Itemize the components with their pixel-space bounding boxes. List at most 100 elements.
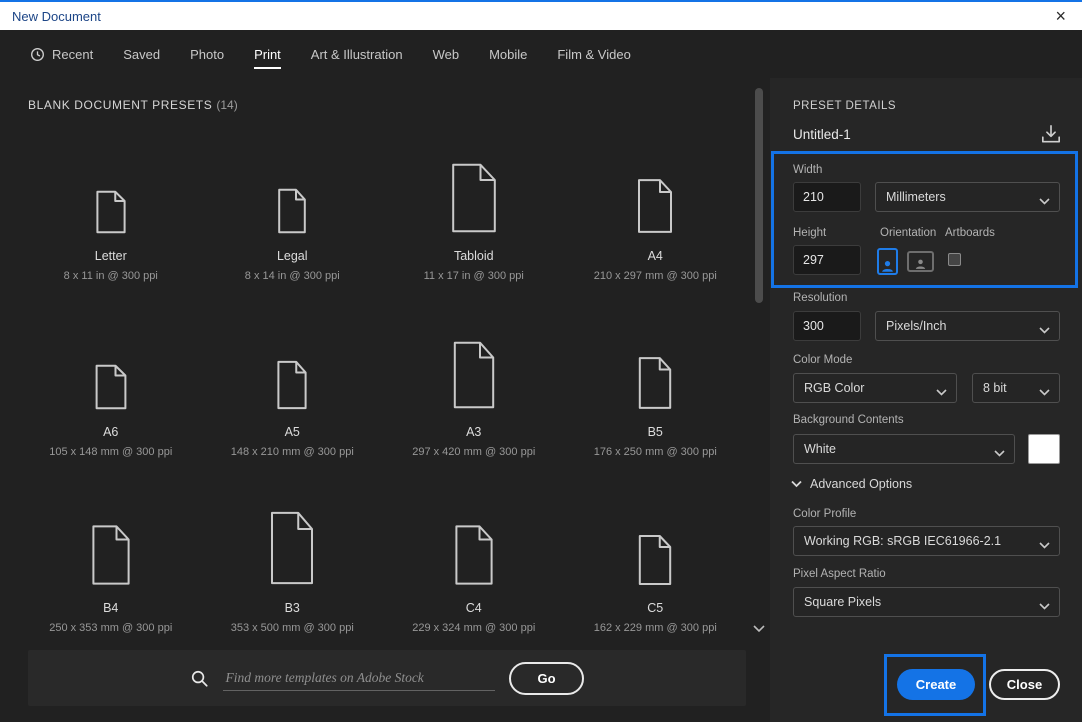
document-page-icon <box>452 474 496 601</box>
preset-a4[interactable]: A4 210 x 297 mm @ 300 ppi <box>565 122 747 298</box>
background-contents-select[interactable]: White <box>793 434 1015 464</box>
chevron-down-icon <box>1039 599 1050 613</box>
preset-legal[interactable]: Legal8 x 14 in @ 300 ppi <box>202 122 384 298</box>
preset-name: A5 <box>285 425 300 439</box>
preset-name: C4 <box>466 601 482 615</box>
pixel-aspect-ratio-label: Pixel Aspect Ratio <box>793 568 886 580</box>
document-page-icon <box>636 474 674 601</box>
preset-dimensions: 11 x 17 in @ 300 ppi <box>424 270 524 282</box>
preset-a6[interactable]: A6105 x 148 mm @ 300 ppi <box>20 298 202 474</box>
tab-label: Film & Video <box>557 47 630 62</box>
preset-dimensions: 8 x 11 in @ 300 ppi <box>64 270 158 282</box>
width-unit-select[interactable]: Millimeters <box>875 182 1060 212</box>
chevron-down-icon <box>1039 538 1050 552</box>
preset-b5[interactable]: B5176 x 250 mm @ 300 ppi <box>565 298 747 474</box>
background-color-swatch[interactable] <box>1028 434 1060 464</box>
create-button[interactable]: Create <box>897 669 975 700</box>
document-page-icon <box>89 474 133 601</box>
orientation-label: Orientation <box>880 227 936 239</box>
color-profile-select[interactable]: Working RGB: sRGB IEC61966-2.1 <box>793 526 1060 556</box>
tab-mobile[interactable]: Mobile <box>489 30 527 78</box>
title-bar: New Document × <box>0 0 1082 30</box>
preset-dimensions: 229 x 324 mm @ 300 ppi <box>412 622 535 634</box>
color-mode-label: Color Mode <box>793 354 852 366</box>
document-page-icon <box>636 298 674 425</box>
presets-count: (14) <box>216 98 237 112</box>
document-name[interactable]: Untitled-1 <box>793 127 851 142</box>
document-page-icon <box>450 298 498 425</box>
tab-art-illustration[interactable]: Art & Illustration <box>311 30 403 78</box>
orientation-landscape-icon[interactable] <box>907 251 934 272</box>
height-input[interactable] <box>793 245 861 275</box>
tab-label: Saved <box>123 47 160 62</box>
document-page-icon <box>448 122 500 249</box>
clock-icon <box>30 47 45 62</box>
preset-a5[interactable]: A5 148 x 210 mm @ 300 ppi <box>202 298 384 474</box>
preset-name: B4 <box>103 601 118 615</box>
presets-area: BLANK DOCUMENT PRESETS (14) Letter8 x 11 … <box>0 78 770 722</box>
window-close-button[interactable]: × <box>1051 7 1070 25</box>
tab-film-video[interactable]: Film & Video <box>557 30 630 78</box>
presets-heading-text: BLANK DOCUMENT PRESETS <box>28 98 212 112</box>
preset-dimensions: 105 x 148 mm @ 300 ppi <box>49 446 172 458</box>
preset-name: Tabloid <box>454 249 494 263</box>
color-mode-select[interactable]: RGB Color <box>793 373 957 403</box>
preset-c5[interactable]: C5162 x 229 mm @ 300 ppi <box>565 474 747 650</box>
tab-label: Art & Illustration <box>311 47 403 62</box>
tab-label: Recent <box>52 47 93 62</box>
preset-dimensions: 297 x 420 mm @ 300 ppi <box>412 446 535 458</box>
preset-a3[interactable]: A3 297 x 420 mm @ 300 ppi <box>383 298 565 474</box>
background-contents-value: White <box>804 442 836 456</box>
preset-b4[interactable]: B4250 x 353 mm @ 300 ppi <box>20 474 202 650</box>
scroll-down-chevron-icon[interactable] <box>752 620 766 638</box>
advanced-options-label: Advanced Options <box>810 477 912 491</box>
color-profile-label: Color Profile <box>793 508 856 520</box>
scrollbar-thumb[interactable] <box>755 88 763 303</box>
tab-web[interactable]: Web <box>433 30 460 78</box>
template-search-input[interactable] <box>223 666 495 691</box>
presets-heading: BLANK DOCUMENT PRESETS (14) <box>28 98 238 112</box>
preset-dimensions: 210 x 297 mm @ 300 ppi <box>594 270 717 282</box>
orientation-portrait-icon[interactable] <box>877 248 898 275</box>
resolution-unit-select[interactable]: Pixels/Inch <box>875 311 1060 341</box>
document-page-icon <box>94 122 128 249</box>
resolution-unit-value: Pixels/Inch <box>886 319 946 333</box>
tab-bar: Recent Saved Photo Print Art & Illustration W… <box>0 30 1082 78</box>
background-contents-label: Background Contents <box>793 414 904 426</box>
preset-grid: Letter8 x 11 in @ 300 ppiLegal8 x 14 in … <box>20 122 746 650</box>
orientation-buttons <box>877 246 934 276</box>
preset-name: A3 <box>466 425 481 439</box>
artboards-checkbox[interactable] <box>948 253 961 266</box>
template-search-bar: Go <box>28 650 746 706</box>
preset-details-heading: PRESET DETAILS <box>793 100 896 112</box>
search-icon <box>190 669 209 688</box>
tab-recent[interactable]: Recent <box>30 30 93 78</box>
tab-label: Mobile <box>489 47 527 62</box>
preset-name: B5 <box>648 425 663 439</box>
tab-photo[interactable]: Photo <box>190 30 224 78</box>
preset-c4[interactable]: C4 229 x 324 mm @ 300 ppi <box>383 474 565 650</box>
pixel-aspect-ratio-select[interactable]: Square Pixels <box>793 587 1060 617</box>
close-button[interactable]: Close <box>989 669 1060 700</box>
tab-saved[interactable]: Saved <box>123 30 160 78</box>
resolution-input[interactable] <box>793 311 861 341</box>
preset-name: C5 <box>647 601 663 615</box>
color-mode-value: RGB Color <box>804 381 864 395</box>
tab-print[interactable]: Print <box>254 30 281 78</box>
save-preset-icon[interactable] <box>1040 124 1062 144</box>
preset-name: A4 <box>648 249 663 263</box>
bit-depth-select[interactable]: 8 bit <box>972 373 1060 403</box>
chevron-down-icon <box>791 480 802 488</box>
preset-b3[interactable]: B3353 x 500 mm @ 300 ppi <box>202 474 384 650</box>
go-button[interactable]: Go <box>509 662 583 695</box>
advanced-options-toggle[interactable]: Advanced Options <box>791 477 912 491</box>
preset-details-panel: PRESET DETAILS Untitled-1 Width Millimet… <box>770 78 1082 722</box>
preset-dimensions: 148 x 210 mm @ 300 ppi <box>231 446 354 458</box>
resolution-label: Resolution <box>793 292 847 304</box>
document-page-icon <box>93 298 129 425</box>
height-label: Height <box>793 227 826 239</box>
width-input[interactable] <box>793 182 861 212</box>
color-profile-value: Working RGB: sRGB IEC61966-2.1 <box>804 534 1001 548</box>
preset-letter[interactable]: Letter8 x 11 in @ 300 ppi <box>20 122 202 298</box>
preset-tabloid[interactable]: Tabloid 11 x 17 in @ 300 ppi <box>383 122 565 298</box>
